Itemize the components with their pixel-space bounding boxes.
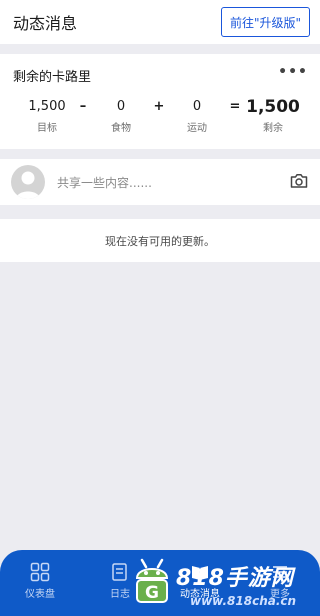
- dashboard-grid-icon: [30, 562, 50, 582]
- calories-title: 剩余的卡路里: [13, 70, 92, 85]
- upgrade-button[interactable]: 前往"升级版": [220, 7, 310, 37]
- remaining-value: 1,500: [246, 97, 300, 117]
- share-composer[interactable]: 共享一些内容......: [0, 159, 320, 205]
- exercise-label: 运动: [187, 123, 207, 134]
- feed-empty-state: 现在没有可用的更新。: [0, 219, 320, 262]
- tab-label-dashboard: 仪表盘: [25, 589, 55, 600]
- more-horizontal-icon[interactable]: •••: [278, 64, 308, 80]
- android-mascot-logo: G: [135, 558, 169, 603]
- exercise-column: 0 运动: [167, 98, 227, 134]
- calories-card: 剩余的卡路里 ••• 1,500 目标 – 0 食物 + 0 运动 = 1,50…: [0, 54, 320, 149]
- remaining-column: 1,500 剩余: [243, 98, 303, 134]
- watermark-url: www.818cha.cn: [190, 594, 297, 608]
- goal-value: 1,500: [28, 99, 66, 114]
- goal-column: 1,500 目标: [17, 98, 77, 134]
- minus-operator: –: [79, 99, 87, 114]
- camera-icon[interactable]: [290, 173, 308, 189]
- goal-label: 目标: [37, 123, 57, 134]
- svg-text:G: G: [145, 583, 159, 603]
- exercise-value: 0: [192, 99, 202, 114]
- food-column: 0 食物: [91, 98, 151, 134]
- equals-operator: =: [229, 99, 241, 114]
- default-avatar-icon: [11, 165, 45, 199]
- remaining-label: 剩余: [263, 123, 283, 134]
- top-header: 动态消息 前往"升级版": [0, 0, 320, 44]
- share-input[interactable]: 共享一些内容......: [57, 174, 152, 191]
- food-label: 食物: [111, 123, 131, 134]
- watermark-title: 818手游网: [176, 566, 294, 591]
- plus-operator: +: [153, 99, 165, 114]
- diary-icon: [112, 563, 127, 581]
- empty-feed-message: 现在没有可用的更新。: [105, 234, 215, 248]
- tab-dashboard[interactable]: 仪表盘: [10, 562, 70, 600]
- food-value: 0: [116, 99, 126, 114]
- calories-equation: 1,500 目标 – 0 食物 + 0 运动 = 1,500 剩余: [0, 98, 320, 138]
- site-watermark: G 818手游网 www.818cha.cn: [128, 556, 320, 616]
- page-title: 动态消息: [13, 14, 78, 33]
